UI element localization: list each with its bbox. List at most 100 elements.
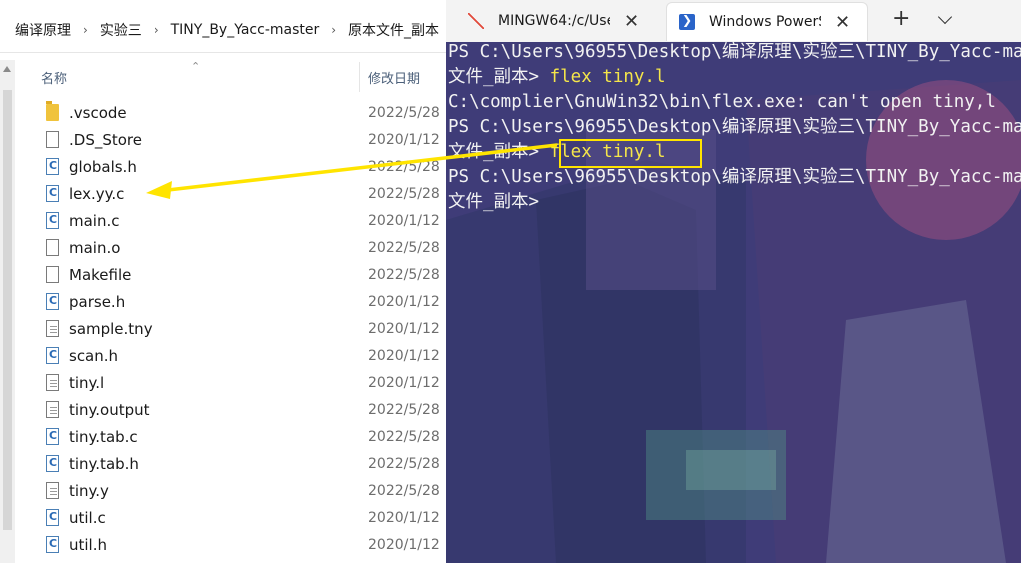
column-header: ⌃ 名称 修改日期: [15, 60, 446, 92]
scroll-up-icon[interactable]: [3, 66, 11, 72]
file-row[interactable]: globals.h 2022/5/28: [15, 154, 446, 181]
breadcrumb-item[interactable]: 原本文件_副本: [342, 20, 445, 40]
close-icon[interactable]: ✕: [835, 12, 850, 33]
column-name-header[interactable]: 名称: [41, 68, 67, 87]
c-file-icon: [46, 509, 59, 526]
file-name: globals.h: [69, 158, 137, 176]
file-date: 2022/5/28: [368, 267, 440, 283]
file-icon: [46, 131, 59, 148]
file-name: main.c: [69, 212, 120, 230]
c-file-icon: [46, 185, 59, 202]
file-row[interactable]: .vscode 2022/5/28: [15, 100, 446, 127]
c-file-icon: [46, 158, 59, 175]
c-file-icon: [46, 428, 59, 445]
close-icon[interactable]: ✕: [624, 11, 639, 32]
file-name: tiny.output: [69, 401, 150, 419]
terminal-prompt: C:\complier\GnuWin32\bin\flex.exe: can't…: [448, 92, 996, 112]
file-date: 2020/1/12: [368, 294, 440, 310]
file-row[interactable]: tiny.output 2022/5/28: [15, 397, 446, 424]
breadcrumb: 编译原理 › 实验三 › TINY_By_Yacc-master › 原本文件_…: [0, 10, 446, 50]
terminal-line: C:\complier\GnuWin32\bin\flex.exe: can't…: [448, 90, 1021, 115]
file-date: 2020/1/12: [368, 537, 440, 553]
file-row[interactable]: lex.yy.c 2022/5/28: [15, 181, 446, 208]
file-row[interactable]: scan.h 2020/1/12: [15, 343, 446, 370]
file-date: 2022/5/28: [368, 159, 440, 175]
breadcrumb-item[interactable]: 编译原理: [0, 20, 77, 40]
c-file-icon: [46, 536, 59, 553]
file-row[interactable]: main.c 2020/1/12: [15, 208, 446, 235]
file-date: 2022/5/28: [368, 402, 440, 418]
chevron-right-icon: ›: [153, 23, 159, 37]
file-row[interactable]: main.o 2022/5/28: [15, 235, 446, 262]
breadcrumb-divider: [0, 52, 446, 53]
git-icon: [468, 13, 484, 29]
terminal-prompt: 文件_副本>: [448, 142, 550, 162]
file-name: util.c: [69, 509, 106, 527]
file-row[interactable]: .DS_Store 2020/1/12: [15, 127, 446, 154]
tab-bar: MINGW64:/c/Use ✕ Windows PowerShell ✕ +: [446, 0, 1021, 42]
powershell-icon: [679, 13, 695, 30]
folder-icon: [46, 101, 59, 121]
chevron-down-icon[interactable]: [937, 9, 953, 25]
text-file-icon: [46, 482, 59, 499]
tab-powershell[interactable]: Windows PowerShell ✕: [666, 2, 868, 41]
file-row[interactable]: tiny.y 2022/5/28: [15, 478, 446, 505]
file-date: 2020/1/12: [368, 348, 440, 364]
terminal-line: PS C:\Users\96955\Desktop\编译原理\实验三\TINY_…: [448, 115, 1021, 140]
breadcrumb-item[interactable]: 实验三: [94, 20, 148, 40]
file-name: parse.h: [69, 293, 126, 311]
terminal-output[interactable]: PS C:\Users\96955\Desktop\编译原理\实验三\TINY_…: [448, 40, 1021, 215]
file-list: .vscode 2022/5/28 .DS_Store 2020/1/12 global…: [15, 100, 446, 559]
tab-title: MINGW64:/c/Use: [498, 13, 610, 29]
file-name: lex.yy.c: [69, 185, 125, 203]
file-row[interactable]: sample.tny 2020/1/12: [15, 316, 446, 343]
file-date: 2022/5/28: [368, 186, 440, 202]
c-file-icon: [46, 455, 59, 472]
file-row[interactable]: util.h 2020/1/12: [15, 532, 446, 559]
file-name: .vscode: [69, 104, 127, 122]
terminal-prompt: PS C:\Users\96955\Desktop\编译原理\实验三\TINY_…: [448, 42, 1021, 62]
scrollbar-thumb[interactable]: [3, 90, 12, 530]
c-file-icon: [46, 347, 59, 364]
file-row[interactable]: tiny.tab.c 2022/5/28: [15, 424, 446, 451]
terminal-prompt: 文件_副本>: [448, 67, 550, 87]
file-name: tiny.tab.c: [69, 428, 138, 446]
tab-mingw64[interactable]: MINGW64:/c/Use ✕: [456, 2, 652, 40]
file-row[interactable]: util.c 2020/1/12: [15, 505, 446, 532]
file-date: 2022/5/28: [368, 456, 440, 472]
c-file-icon: [46, 293, 59, 310]
command-highlight-box: [559, 139, 702, 168]
file-date: 2020/1/12: [368, 321, 440, 337]
new-tab-button[interactable]: +: [892, 6, 910, 31]
file-date: 2022/5/28: [368, 105, 440, 121]
terminal-prompt: PS C:\Users\96955\Desktop\编译原理\实验三\TINY_…: [448, 117, 1021, 137]
file-name: tiny.y: [69, 482, 109, 500]
terminal-line: PS C:\Users\96955\Desktop\编译原理\实验三\TINY_…: [448, 165, 1021, 190]
breadcrumb-item[interactable]: TINY_By_Yacc-master: [165, 22, 326, 38]
file-row[interactable]: tiny.tab.h 2022/5/28: [15, 451, 446, 478]
column-date-header[interactable]: 修改日期: [368, 68, 420, 87]
terminal-line: PS C:\Users\96955\Desktop\编译原理\实验三\TINY_…: [448, 40, 1021, 65]
file-name: main.o: [69, 239, 121, 257]
file-icon: [46, 239, 59, 256]
file-date: 2020/1/12: [368, 375, 440, 391]
file-date: 2020/1/12: [368, 213, 440, 229]
terminal-line: 文件_副本>: [448, 190, 1021, 215]
file-name: sample.tny: [69, 320, 153, 338]
file-row[interactable]: tiny.l 2020/1/12: [15, 370, 446, 397]
chevron-right-icon: ›: [331, 23, 337, 37]
vertical-scrollbar[interactable]: [0, 60, 15, 563]
column-divider[interactable]: [359, 62, 360, 92]
terminal-line: 文件_副本> flex tiny.l: [448, 140, 1021, 165]
file-row[interactable]: Makefile 2022/5/28: [15, 262, 446, 289]
file-name: scan.h: [69, 347, 119, 365]
file-row[interactable]: parse.h 2020/1/12: [15, 289, 446, 316]
tab-title: Windows PowerShell: [709, 14, 821, 30]
file-icon: [46, 266, 59, 283]
file-name: util.h: [69, 536, 107, 554]
terminal-line: 文件_副本> flex tiny.l: [448, 65, 1021, 90]
text-file-icon: [46, 374, 59, 391]
file-date: 2020/1/12: [368, 510, 440, 526]
file-name: tiny.tab.h: [69, 455, 139, 473]
windows-terminal: MINGW64:/c/Use ✕ Windows PowerShell ✕ + …: [446, 0, 1021, 563]
